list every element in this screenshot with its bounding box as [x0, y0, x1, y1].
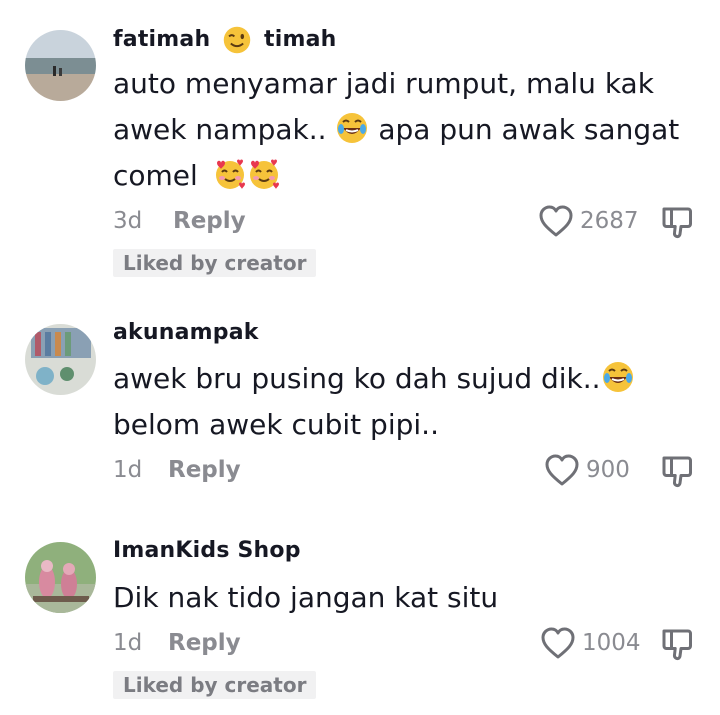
like-count: 1004 — [582, 630, 641, 656]
liked-by-creator-badge: Liked by creator — [113, 671, 317, 699]
reply-button[interactable]: Reply — [168, 630, 241, 656]
thumbs-down-outline-icon[interactable] — [660, 627, 694, 661]
heart-outline-icon[interactable] — [540, 626, 576, 660]
comment-item: ImanKids Shop Dik nak tido jangan kat si… — [0, 0, 720, 715]
comment-time: 1d — [113, 630, 143, 656]
comment-line: Dik nak tido jangan kat situ — [113, 581, 499, 614]
comment-text: Dik nak tido jangan kat situ — [113, 575, 498, 621]
username[interactable]: ImanKids Shop — [113, 538, 301, 563]
avatar[interactable] — [25, 542, 96, 613]
